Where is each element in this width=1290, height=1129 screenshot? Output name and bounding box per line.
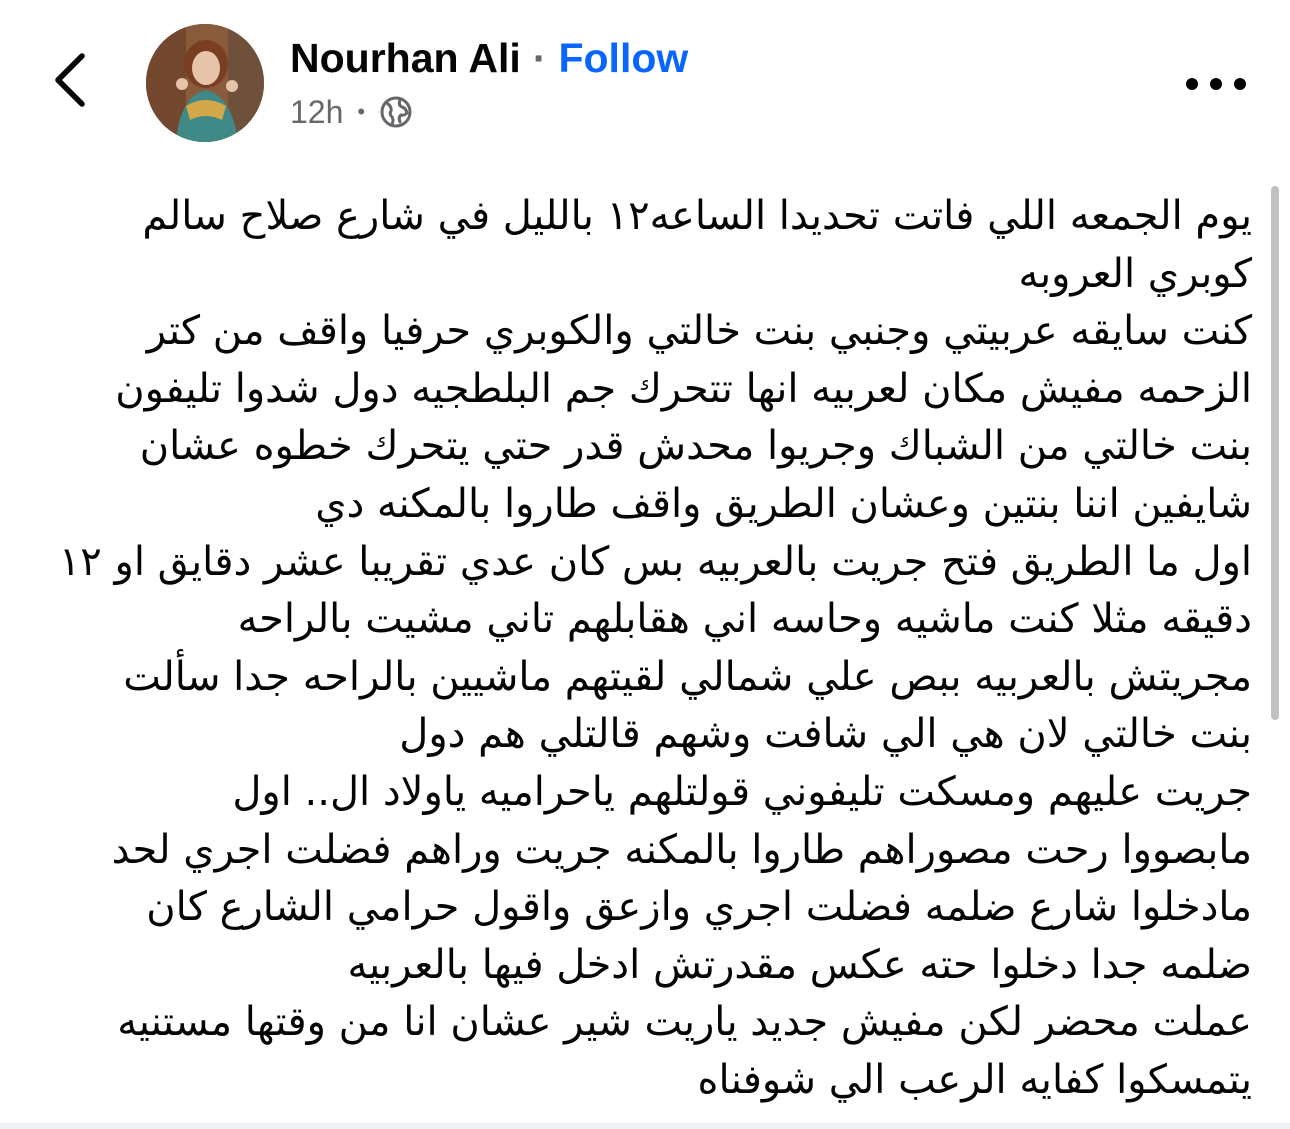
profile-photo <box>146 24 264 142</box>
post-line: بنت خالتي من الشباك وجريوا محدش قدر حتي … <box>139 423 1252 470</box>
back-button[interactable] <box>38 48 102 112</box>
post-line: بنت خالتي لان هي الي شافت وشهم قالتلي هم… <box>399 711 1252 758</box>
post-line: يوم الجمعه اللي فاتت تحديدا الساعه١٢ بال… <box>142 193 1252 239</box>
author-row: Nourhan Ali · Follow <box>290 30 688 86</box>
more-options-button[interactable] <box>1180 60 1252 108</box>
scrollbar[interactable] <box>1271 186 1279 720</box>
post-line: مادخلوا شارع ضلمه فضلت اجري وازعق واقول … <box>146 884 1252 931</box>
post-body: يوم الجمعه اللي فاتت تحديدا الساعه١٢ بال… <box>40 188 1252 1110</box>
bottom-divider <box>0 1123 1290 1129</box>
globe-icon[interactable] <box>379 95 413 129</box>
post-line: عملت محضر لكن مفيش جديد ياريت شير عشان ا… <box>117 999 1252 1046</box>
post-line: يتمسكوا كفايه الرعب الي شوفناه <box>697 1056 1252 1103</box>
chevron-left-icon <box>55 53 85 107</box>
post-line: ضلمه جدا دخلوا حته عكس مقدرتش ادخل فيها … <box>347 941 1252 988</box>
post-meta: 12h • <box>290 90 413 134</box>
author-name[interactable]: Nourhan Ali <box>290 35 521 82</box>
post-line: الزحمه مفيش مكان لعربيه انها تتحرك جم ال… <box>115 365 1252 412</box>
avatar[interactable] <box>146 24 264 142</box>
post-line: مجريتش بالعربيه ببص علي شمالي لقيتهم ماش… <box>123 653 1252 700</box>
meta-separator: • <box>357 99 366 124</box>
post-line: كنت سايقه عربيتي وجنبي بنت خالتي والكوبر… <box>146 308 1252 355</box>
post-line: شايفين اننا بنتين وعشان الطريق واقف طارو… <box>315 480 1252 527</box>
more-horizontal-icon <box>1186 78 1246 90</box>
post-line: جريت عليهم ومسكت تليفوني قولتلهم ياحرامي… <box>232 768 1252 815</box>
post-line: مابصووا رحت مصوراهم طاروا بالمكنه جريت و… <box>111 826 1252 873</box>
post-line: دقيقه مثلا كنت ماشيه وحاسه اني هقابلهم ت… <box>237 596 1252 643</box>
follow-button[interactable]: Follow <box>558 35 688 82</box>
post-timestamp[interactable]: 12h <box>290 94 343 131</box>
post-line: كوبري العروبه <box>1018 250 1253 297</box>
post-line: اول ما الطريق فتح جريت بالعربيه بس كان ع… <box>58 538 1252 585</box>
header-separator: · <box>532 34 547 81</box>
